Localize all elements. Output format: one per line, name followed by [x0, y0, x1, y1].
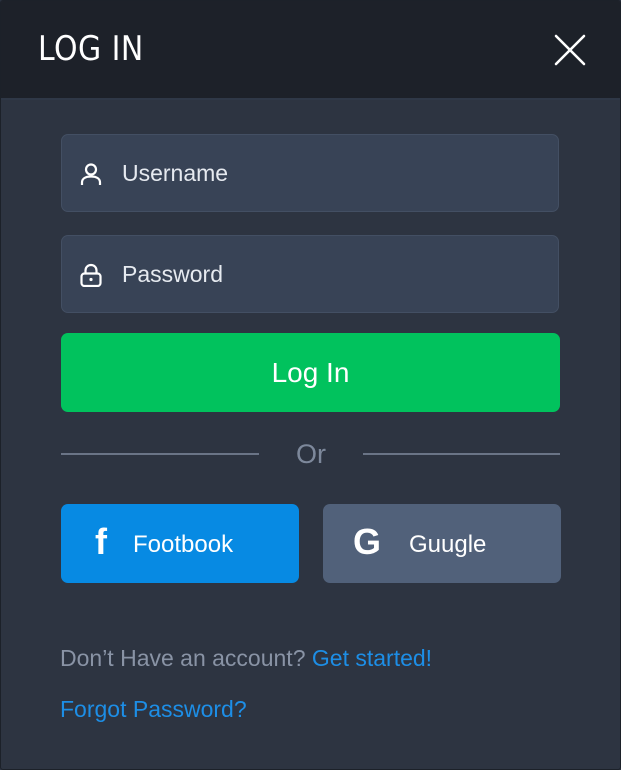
signup-prompt: Don’t Have an account? Get started!	[60, 645, 432, 672]
lock-icon	[79, 263, 103, 288]
facebook-label: Footbook	[133, 531, 234, 558]
or-label: Or	[296, 439, 326, 469]
password-input[interactable]	[122, 236, 542, 312]
username-input[interactable]	[122, 135, 542, 211]
dialog-title: LOG IN	[38, 29, 144, 69]
user-icon	[79, 162, 103, 186]
facebook-icon: f	[95, 521, 107, 562]
password-field[interactable]	[61, 235, 559, 313]
google-login-button[interactable]: G Guugle	[323, 504, 561, 583]
dialog-header: LOG IN	[1, 1, 620, 100]
login-dialog: LOG IN Log In Or f	[0, 0, 621, 770]
username-field[interactable]	[61, 134, 559, 212]
google-icon: G	[353, 521, 382, 562]
close-icon[interactable]	[554, 34, 586, 66]
login-button[interactable]: Log In	[61, 333, 560, 412]
no-account-text: Don’t Have an account?	[60, 645, 306, 671]
facebook-login-button[interactable]: f Footbook	[61, 504, 299, 583]
forgot-password-link[interactable]: Forgot Password?	[60, 696, 247, 723]
divider-line-right	[363, 453, 560, 455]
google-label: Guugle	[409, 531, 487, 558]
divider-line-left	[61, 453, 259, 455]
get-started-link[interactable]: Get started!	[312, 645, 432, 671]
